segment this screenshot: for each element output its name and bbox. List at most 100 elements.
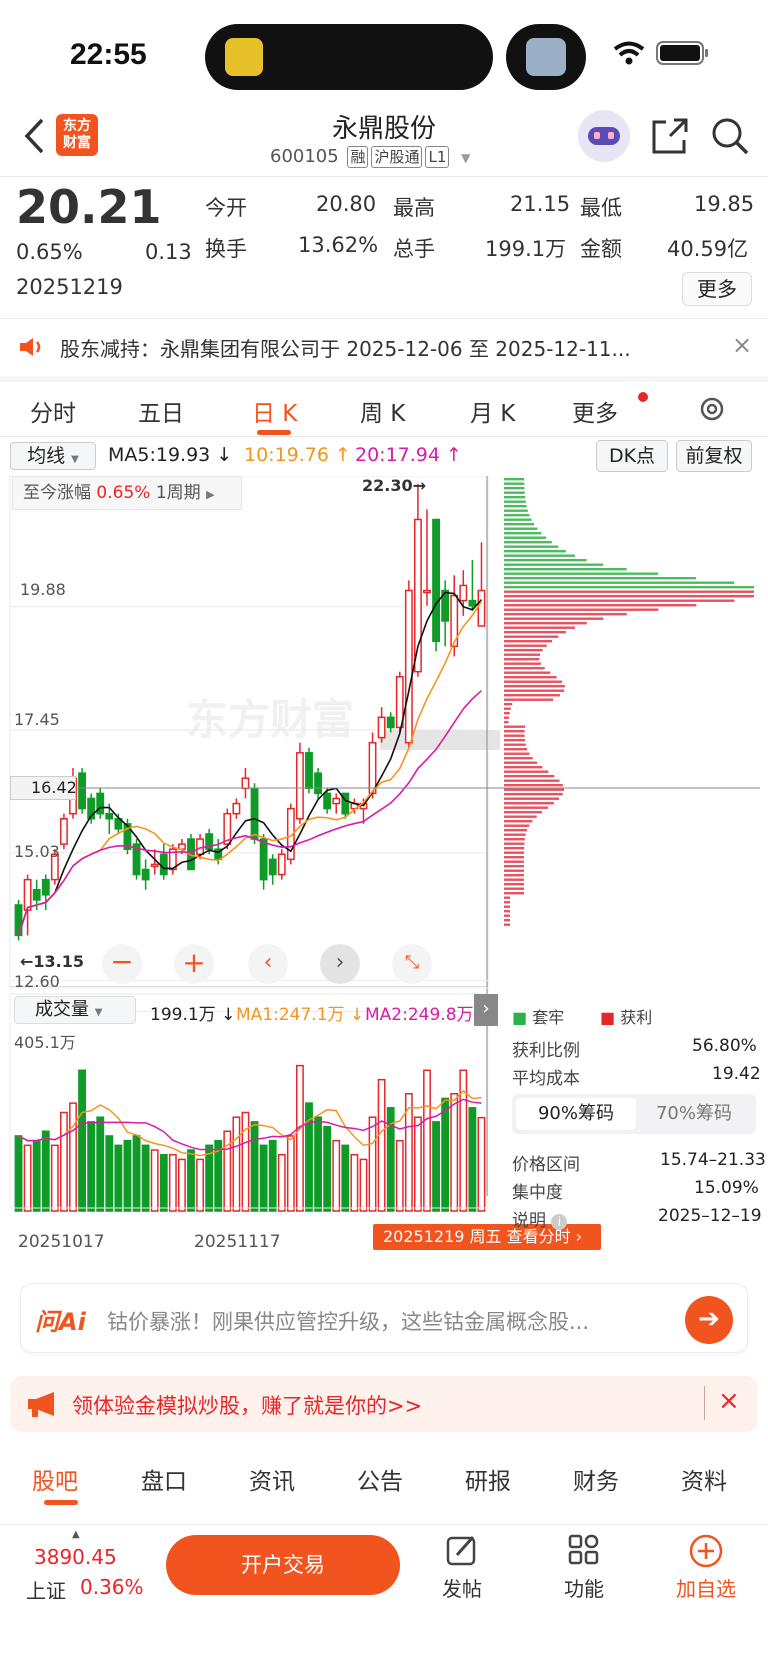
volume-bar bbox=[187, 1149, 195, 1212]
tab-financials[interactable]: 财务 bbox=[573, 1462, 619, 1496]
function-button[interactable]: 功能 bbox=[539, 1573, 629, 1602]
chip-bar bbox=[504, 743, 526, 746]
volume-value: 199.1万 ↓ bbox=[150, 1005, 236, 1025]
stock-code-line[interactable]: 600105 融沪股通 L1 ▼ bbox=[270, 146, 470, 168]
expand-arrow-icon[interactable]: › bbox=[474, 994, 498, 1026]
chip-bar bbox=[504, 833, 526, 836]
date-label-2: 20251117 bbox=[194, 1232, 281, 1252]
tab-forum[interactable]: 股吧 bbox=[32, 1462, 78, 1496]
chip-bar bbox=[504, 617, 604, 620]
kline-chart-area[interactable]: 东方财富 至今涨幅 0.65% 1周期 ▶ 22.30→ 19.88 17.45… bbox=[0, 475, 768, 1266]
notice-text: 股东减持：永鼎集团有限公司于 2025-12-06 至 2025-12-11..… bbox=[60, 337, 631, 361]
chip-bar bbox=[504, 635, 559, 638]
chip-tabs: 90%筹码 70%筹码 bbox=[512, 1094, 756, 1134]
speaker-icon bbox=[20, 338, 41, 356]
ma5-value: MA5:19.93 ↓ bbox=[108, 444, 233, 466]
chip-bar bbox=[504, 698, 554, 701]
chip-bar bbox=[504, 694, 560, 697]
chip-bar bbox=[504, 892, 524, 895]
tab-profile[interactable]: 资料 bbox=[681, 1462, 727, 1496]
kline-svg[interactable]: 东方财富 bbox=[0, 475, 768, 1266]
chip-bar bbox=[504, 631, 566, 634]
tab-70-chips[interactable]: 70%筹码 bbox=[636, 1098, 752, 1130]
ma10-value: 10:19.76 ↑ bbox=[244, 444, 351, 466]
amount-value: 40.59亿 bbox=[667, 237, 749, 261]
chip-bar bbox=[504, 874, 525, 877]
chip-bar bbox=[504, 622, 587, 625]
volume-bar bbox=[87, 1121, 96, 1212]
tab-news[interactable]: 资讯 bbox=[249, 1462, 295, 1496]
range-gain-box[interactable]: 至今涨幅 0.65% 1周期 ▶ bbox=[12, 476, 242, 510]
chip-bar bbox=[504, 613, 627, 616]
scroll-right-button[interactable]: › bbox=[320, 944, 360, 984]
more-quote-button[interactable]: 更多 bbox=[682, 272, 752, 306]
ai-prompt-text: 钴价暴涨！刚果供应管控升级，这些钴金属概念股... bbox=[107, 1310, 590, 1334]
chip-bar bbox=[504, 586, 754, 589]
chip-bar bbox=[504, 919, 510, 922]
volume-selector[interactable]: 成交量 ▼ bbox=[14, 996, 136, 1024]
chip-bar bbox=[504, 518, 532, 521]
chip-bar bbox=[504, 815, 537, 818]
search-icon[interactable] bbox=[710, 116, 750, 156]
chip-bar bbox=[504, 883, 525, 886]
index-pct: 0.36% bbox=[80, 1575, 144, 1599]
volume-bar bbox=[286, 1135, 295, 1212]
note-label[interactable]: 说明 i bbox=[512, 1206, 568, 1231]
volume-bar bbox=[423, 1069, 431, 1212]
close-notice-icon[interactable]: × bbox=[732, 331, 752, 359]
promo-banner[interactable]: 领体验金模拟炒股，赚了就是你的>> × bbox=[10, 1376, 758, 1432]
chip-bar bbox=[504, 482, 525, 485]
chip-bar bbox=[504, 545, 559, 548]
add-watchlist-button[interactable]: 加自选 bbox=[661, 1573, 751, 1602]
chip-bar bbox=[504, 847, 525, 850]
tab-research[interactable]: 研报 bbox=[465, 1462, 511, 1496]
grid-apps-icon bbox=[568, 1534, 599, 1565]
chip-bar bbox=[504, 581, 735, 584]
chip-bar bbox=[504, 887, 524, 890]
candle-body bbox=[468, 599, 477, 607]
tab-90-chips[interactable]: 90%筹码 bbox=[516, 1098, 636, 1130]
settings-icon[interactable] bbox=[697, 394, 727, 424]
post-button[interactable]: 发帖 bbox=[417, 1573, 507, 1602]
ai-ask-bar[interactable]: 问Ai 钴价暴涨！刚果供应管控升级，这些钴金属概念股... ➔ bbox=[20, 1283, 748, 1353]
tab-five-day[interactable]: 五日 bbox=[138, 394, 184, 428]
volume-bar bbox=[432, 1121, 441, 1212]
tab-announcements[interactable]: 公告 bbox=[357, 1462, 403, 1496]
tab-daily-k[interactable]: 日 K bbox=[252, 394, 297, 428]
index-value[interactable]: 3890.45 bbox=[34, 1545, 117, 1569]
candle-body bbox=[432, 518, 441, 642]
open-label: 今开 bbox=[205, 196, 247, 220]
watermark: 东方财富 bbox=[186, 696, 354, 743]
close-promo-icon[interactable]: × bbox=[718, 1386, 740, 1416]
chip-bar bbox=[504, 554, 575, 557]
chip-bar bbox=[504, 563, 604, 566]
volume-bar bbox=[232, 1116, 241, 1212]
volume-bar bbox=[259, 1144, 268, 1212]
tab-weekly-k[interactable]: 周 K bbox=[360, 394, 405, 428]
ai-send-arrow-icon[interactable]: ➔ bbox=[685, 1296, 733, 1344]
volume-bar bbox=[341, 1144, 350, 1212]
chip-bar bbox=[504, 757, 533, 760]
low-value: 19.85 bbox=[694, 192, 755, 216]
dk-point-button[interactable]: DK点 bbox=[596, 440, 668, 472]
ai-assistant-avatar[interactable] bbox=[578, 110, 630, 162]
candle-body bbox=[41, 878, 50, 896]
zoom-in-button[interactable]: + bbox=[174, 944, 214, 984]
scroll-left-button[interactable]: ‹ bbox=[248, 944, 288, 984]
share-icon[interactable] bbox=[650, 116, 690, 156]
fullscreen-button[interactable]: ⤡ bbox=[392, 944, 432, 984]
shareholder-notice[interactable]: 股东减持：永鼎集团有限公司于 2025-12-06 至 2025-12-11..… bbox=[0, 318, 768, 374]
zoom-out-button[interactable]: − bbox=[102, 944, 142, 984]
tab-more[interactable]: 更多 bbox=[572, 394, 618, 428]
tab-monthly-k[interactable]: 月 K bbox=[470, 394, 515, 428]
adjust-button[interactable]: 前复权 bbox=[676, 440, 752, 472]
ma-selector[interactable]: 均线 ▼ bbox=[10, 442, 96, 470]
avg-cost-label: 平均成本 bbox=[512, 1069, 580, 1089]
trade-button[interactable]: 开户交易 bbox=[166, 1535, 400, 1595]
chip-bar bbox=[504, 685, 565, 688]
chip-bar bbox=[504, 775, 555, 778]
tab-intraday[interactable]: 分时 bbox=[30, 394, 76, 428]
chip-bar bbox=[504, 509, 528, 512]
chip-bar bbox=[504, 856, 525, 859]
tab-order-book[interactable]: 盘口 bbox=[141, 1462, 187, 1496]
